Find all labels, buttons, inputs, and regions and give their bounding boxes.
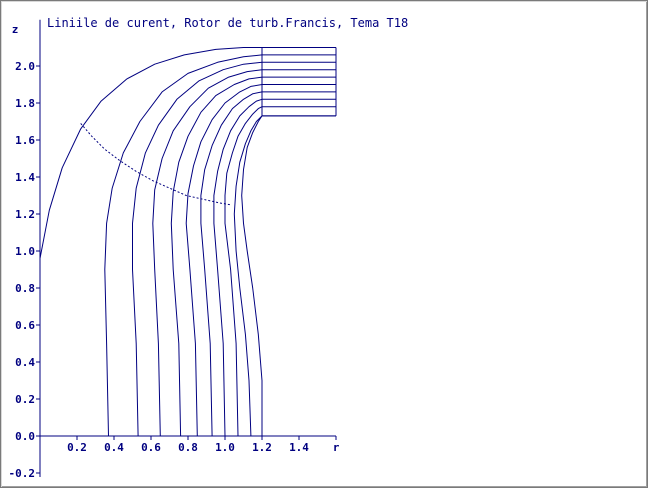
y-tick-label: 0.0 <box>15 430 35 443</box>
x-tick-label: 0.8 <box>178 441 198 454</box>
x-tick-label: 0.6 <box>141 441 161 454</box>
plot-window: Liniile de curent, Rotor de turb.Francis… <box>0 0 648 488</box>
streamline <box>39 47 336 259</box>
y-tick-label: 0.2 <box>15 393 35 406</box>
y-tick-label: 1.2 <box>15 208 35 221</box>
x-tick-label: 1.4 <box>289 441 309 454</box>
y-tick-label: 1.8 <box>15 97 35 110</box>
streamline <box>241 115 336 436</box>
streamline <box>185 84 336 437</box>
y-tick-label: 0.4 <box>15 356 35 369</box>
x-tick-label: 0.2 <box>67 441 87 454</box>
y-tick-label: 1.6 <box>15 134 35 147</box>
plot-area: -0.2 0.0 0.2 0.4 0.6 0.8 1.0 1.2 1.4 1.6 1.8 2.0 0.2… <box>9 19 340 480</box>
x-tick-label: 1.2 <box>252 441 272 454</box>
streamline <box>213 98 336 437</box>
y-tick-label: 0.6 <box>15 319 35 332</box>
y-axis-label: z <box>12 23 19 36</box>
streamline <box>200 91 336 437</box>
x-axis-label: r <box>333 441 340 454</box>
y-tick-label: 1.0 <box>15 245 35 258</box>
y-tick-label: 0.8 <box>15 282 35 295</box>
dashed-line <box>80 123 231 206</box>
streamline <box>132 61 336 437</box>
y-tick-label: 1.4 <box>15 171 35 184</box>
streamline <box>104 54 336 437</box>
x-tick-label: 1.0 <box>215 441 235 454</box>
streamline <box>233 115 336 437</box>
y-tick-label: -0.2 <box>9 467 36 480</box>
x-tick-label: 0.4 <box>104 441 124 454</box>
y-tick-label: 2.0 <box>15 60 35 73</box>
